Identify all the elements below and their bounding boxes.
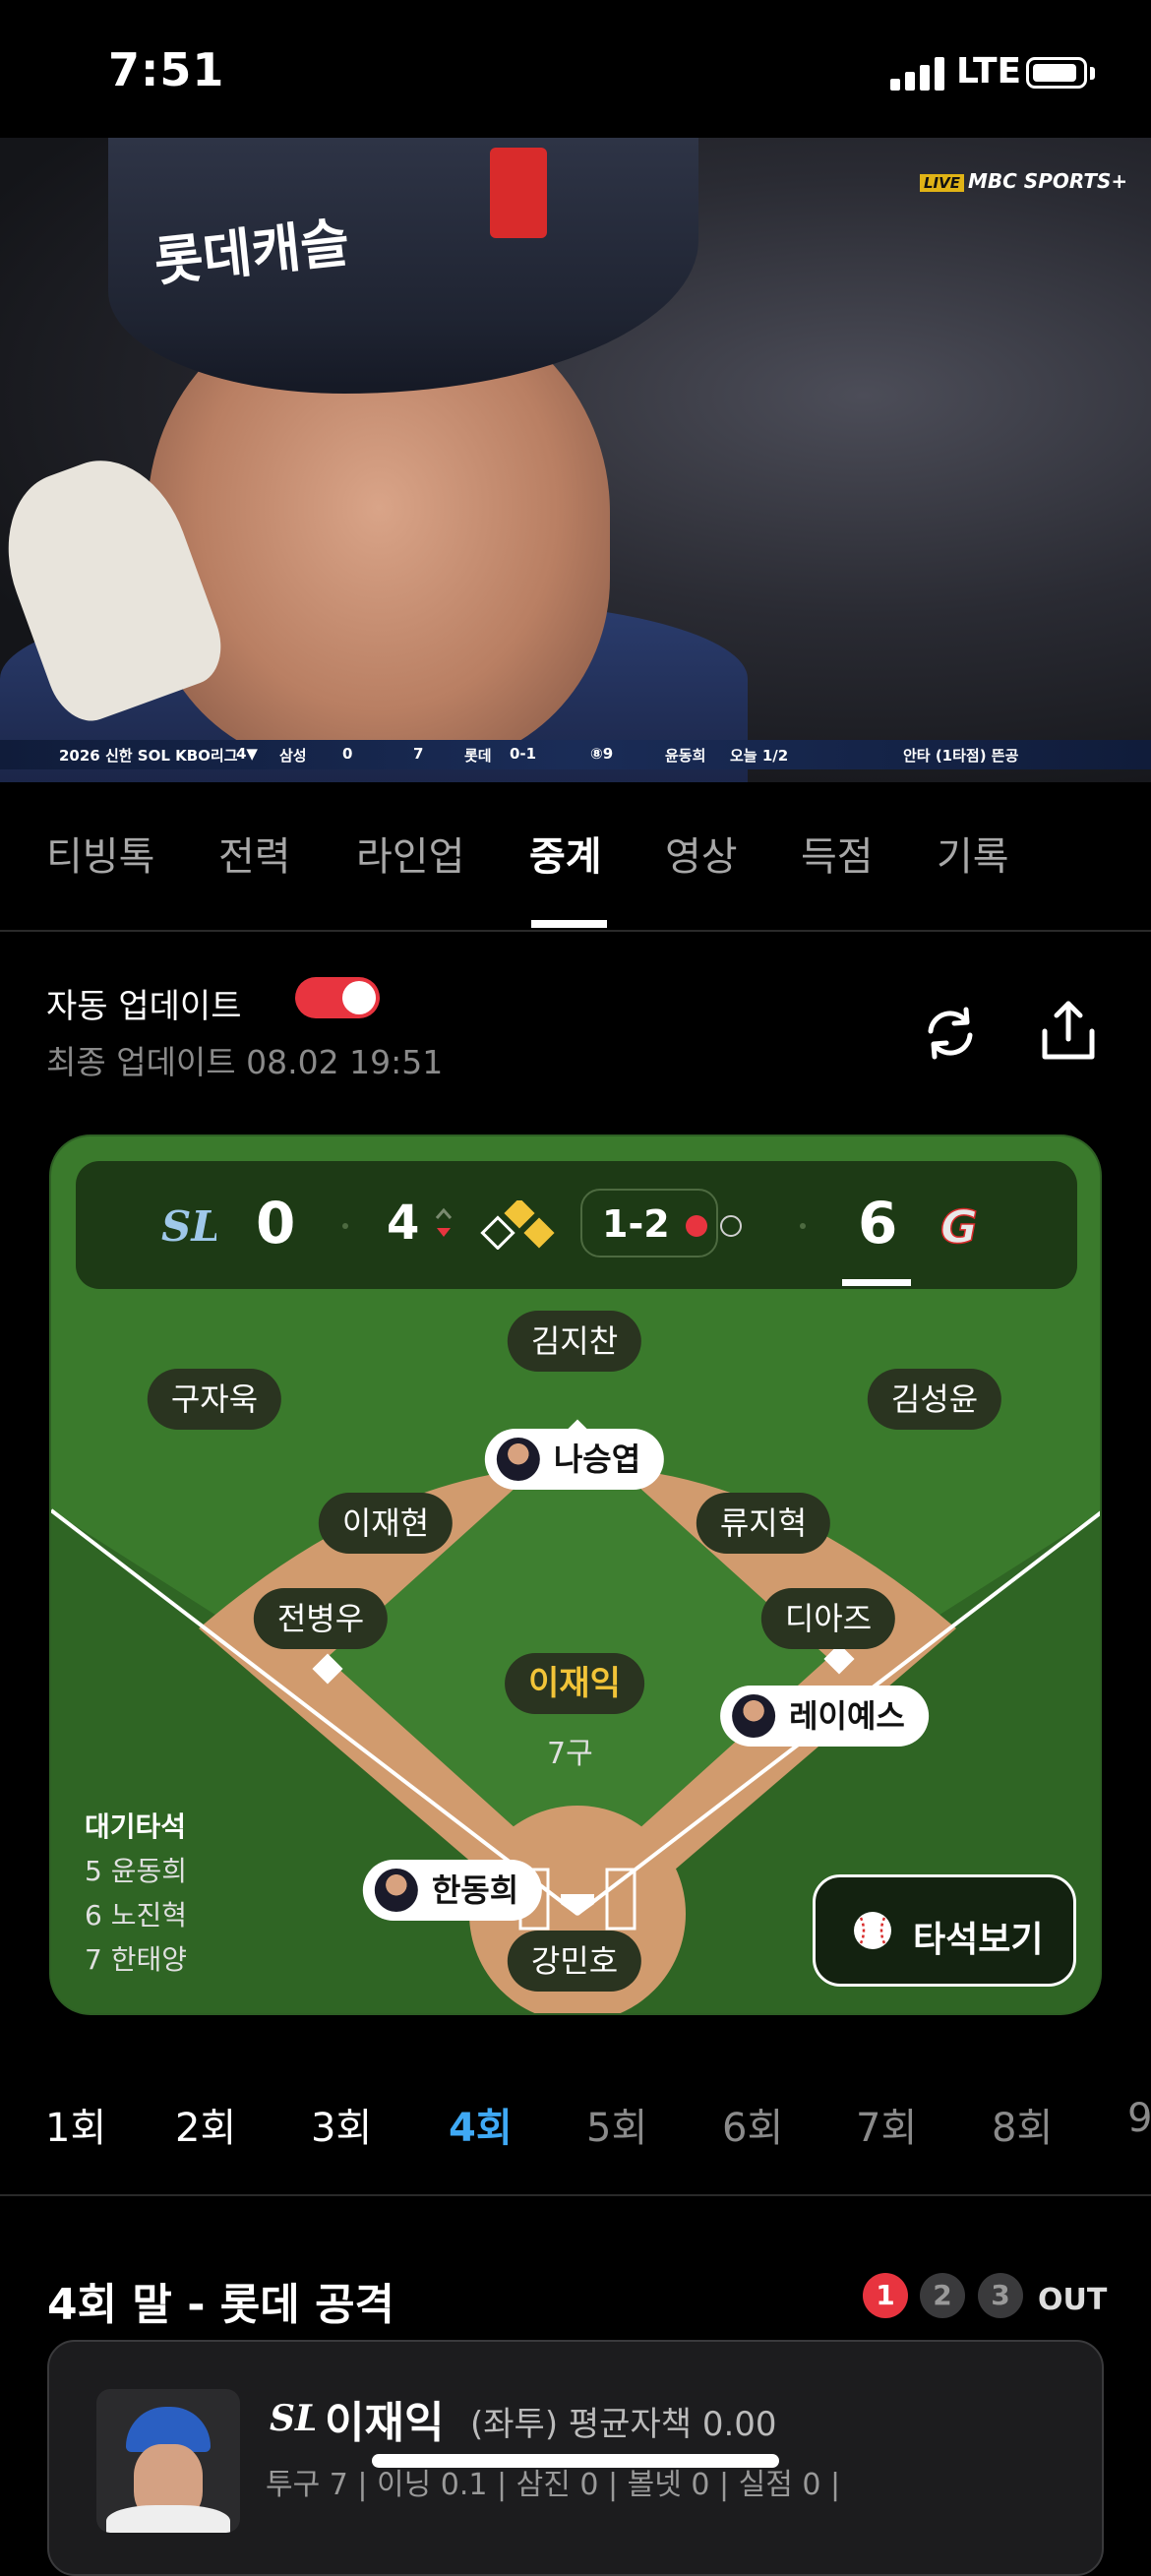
lotte-logo-icon: G xyxy=(939,1199,978,1255)
tab-lineup[interactable]: 라인업 xyxy=(356,825,464,882)
bases-diamond-icon xyxy=(480,1200,555,1250)
broadcast-scorebug: 2026 신한 SOL KBO리그 4▼ 삼성 0 7 롯데 0-1 ⑧9 윤동… xyxy=(0,740,1151,769)
inning-5[interactable]: 5회 xyxy=(586,2096,647,2153)
active-tab-indicator xyxy=(531,920,607,928)
on-deck-item: 6 노진혁 xyxy=(85,1899,187,1932)
inning-1[interactable]: 1회 xyxy=(45,2096,106,2153)
scoreboard xyxy=(76,1161,1077,1289)
ball-strike-count: 1-2 xyxy=(602,1202,670,1246)
away-score: 0 xyxy=(256,1190,296,1257)
player-avatar xyxy=(496,1438,540,1481)
scorebug-count: 0-1 xyxy=(510,745,537,763)
on-deck-title: 대기타석 xyxy=(85,1810,187,1843)
inning-half-indicator-icon xyxy=(435,1207,453,1237)
inning-7[interactable]: 7회 xyxy=(856,2096,917,2153)
scorebug-team1: 삼성 xyxy=(279,747,307,765)
pitcher-card-era: (좌투) 평균자책 0.00 xyxy=(470,2405,777,2444)
scorebug-last-result: 안타 (1타점) 뜬공 xyxy=(903,747,1019,765)
home-indicator xyxy=(372,2454,779,2468)
out-count-3: 3 xyxy=(978,2273,1023,2318)
divider xyxy=(0,2194,1151,2196)
inning-number: 4 xyxy=(387,1196,420,1251)
auto-update-label: 자동 업데이트 xyxy=(46,987,242,1026)
inning-2[interactable]: 2회 xyxy=(175,2096,236,2153)
tab-records[interactable]: 기록 xyxy=(937,825,1009,882)
tab-tving-talk[interactable]: 티빙톡 xyxy=(46,825,154,882)
view-at-bat-label: 타석보기 xyxy=(913,1920,1044,1960)
pitch-count: 7구 xyxy=(547,1737,593,1771)
runner-second[interactable]: 나승엽 xyxy=(484,1429,665,1490)
separator-dot xyxy=(800,1223,806,1229)
pitcher-name[interactable]: 이재익 xyxy=(505,1653,644,1714)
scorebug-pitch: ⑧9 xyxy=(590,745,614,763)
lf-fielder[interactable]: 구자욱 xyxy=(147,1369,282,1430)
tab-broadcast[interactable]: 중계 xyxy=(529,825,602,882)
scorebug-batter: 윤동희 xyxy=(665,747,706,765)
video-player[interactable]: 롯데캐슬 LIVE MBC SPORTS+ 2026 신한 SOL KBO리그 4… xyxy=(0,138,1151,782)
inning-3[interactable]: 3회 xyxy=(311,2096,372,2153)
pitcher-photo xyxy=(96,2389,240,2533)
auto-update-toggle[interactable] xyxy=(295,977,380,1018)
half-inning-title: 4회 말 - 롯데 공격 xyxy=(47,2280,395,2330)
baseball-icon xyxy=(854,1912,891,1949)
signal-icon xyxy=(890,57,945,91)
batter[interactable]: 한동희 xyxy=(362,1860,543,1921)
on-deck-item: 7 한태양 xyxy=(85,1943,187,1976)
tab-strength[interactable]: 전력 xyxy=(218,825,291,882)
separator-dot xyxy=(342,1223,348,1229)
tab-scoring[interactable]: 득점 xyxy=(801,825,874,882)
player-avatar xyxy=(732,1694,776,1738)
inning-9[interactable]: 9 xyxy=(1127,2096,1151,2141)
player-avatar xyxy=(374,1869,418,1912)
last-update-text: 최종 업데이트 08.02 19:51 xyxy=(46,1043,444,1081)
scorebug-team1-score: 0 xyxy=(342,745,353,763)
lotte-logo-text: G xyxy=(940,1200,978,1254)
rf-fielder[interactable]: 김성윤 xyxy=(867,1369,1002,1430)
scorebug-team2: 롯데 xyxy=(464,747,492,765)
home-score: 6 xyxy=(858,1190,898,1257)
catcher[interactable]: 강민호 xyxy=(507,1931,642,1992)
pitcher-card-name: 이재익 xyxy=(325,2398,445,2448)
out-count-2: 2 xyxy=(920,2273,965,2318)
first-base-fielder[interactable]: 디아즈 xyxy=(760,1588,896,1649)
helmet-logo xyxy=(490,148,547,238)
samsung-logo-text: SL xyxy=(161,1202,216,1251)
status-time: 7:51 xyxy=(108,43,225,96)
refresh-icon[interactable] xyxy=(915,998,986,1069)
second-base-fielder[interactable]: 류지혁 xyxy=(696,1493,831,1554)
scorebug-league: 2026 신한 SOL KBO리그 xyxy=(59,747,238,765)
samsung-logo-icon: SL xyxy=(161,1202,216,1251)
out-indicator-filled xyxy=(686,1215,707,1237)
ss-fielder[interactable]: 이재현 xyxy=(318,1493,454,1554)
broadcast-watermark: LIVE MBC SPORTS+ xyxy=(920,169,1127,193)
tab-video[interactable]: 영상 xyxy=(665,825,738,882)
third-base-fielder[interactable]: 전병우 xyxy=(253,1588,389,1649)
out-label: OUT xyxy=(1038,2283,1108,2317)
out-count-1: 1 xyxy=(863,2273,908,2318)
inning-8[interactable]: 8회 xyxy=(992,2096,1053,2153)
runner-first[interactable]: 레이예스 xyxy=(720,1686,929,1747)
network-label: LTE xyxy=(956,51,1022,92)
card-logo-text: SL xyxy=(270,2398,315,2439)
battery-tip xyxy=(1090,67,1095,80)
batting-team-underline xyxy=(842,1279,911,1286)
inning-4[interactable]: 4회 xyxy=(449,2096,513,2153)
inning-6[interactable]: 6회 xyxy=(722,2096,783,2153)
cf-fielder[interactable]: 김지찬 xyxy=(507,1311,642,1372)
scorebug-inning: 4▼ xyxy=(236,745,258,763)
scorebug-batter-today: 오늘 1/2 xyxy=(730,747,789,765)
on-deck-item: 5 윤동희 xyxy=(85,1855,187,1887)
samsung-logo-icon: SL xyxy=(270,2398,315,2439)
scorebug-team2-score: 7 xyxy=(413,745,424,763)
battery-icon xyxy=(1026,57,1087,89)
out-indicator-empty xyxy=(720,1215,742,1237)
share-icon[interactable] xyxy=(1033,996,1104,1067)
